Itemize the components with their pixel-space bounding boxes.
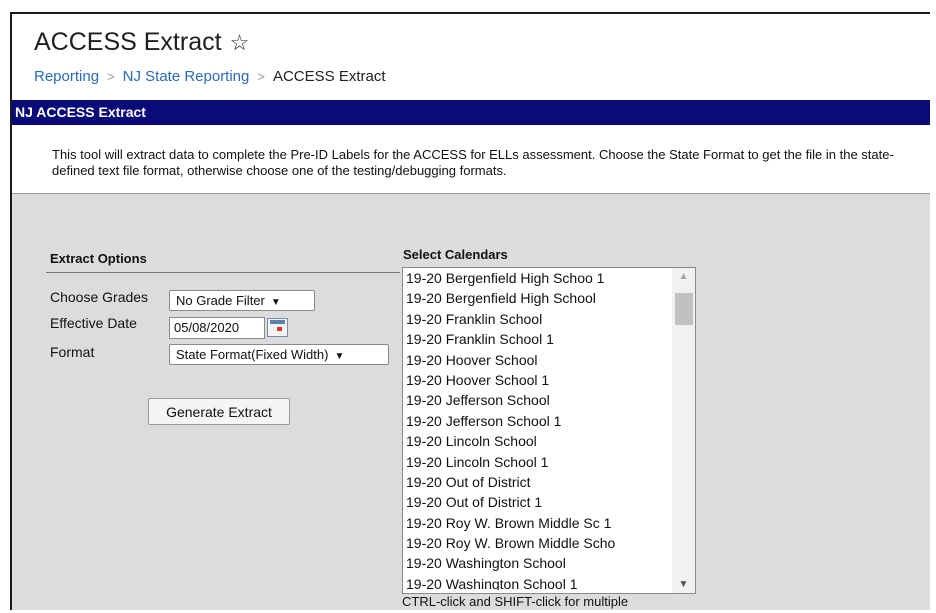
caret-down-icon: ▼ [270,297,281,308]
generate-extract-button[interactable]: Generate Extract [148,398,290,425]
grades-select-value: No Grade Filter [176,293,265,308]
listbox-scrollbar[interactable]: ▲ ▼ [672,268,695,593]
divider [46,272,400,273]
format-select[interactable]: State Format(Fixed Width) ▼ [169,344,389,365]
calendar-option[interactable]: 19-20 Roy W. Brown Middle Scho [403,533,670,553]
chevron-right-icon: > [107,69,115,84]
calendar-option[interactable]: 19-20 Washington School [403,553,670,573]
choose-grades-label: Choose Grades [50,289,149,305]
calendar-option[interactable]: 19-20 Franklin School 1 [403,329,670,349]
calendar-option[interactable]: 19-20 Out of District 1 [403,492,670,512]
scroll-down-icon[interactable]: ▼ [672,576,695,593]
calendar-option[interactable]: 19-20 Hoover School 1 [403,370,670,390]
calendar-option[interactable]: 19-20 Washington School 1 [403,574,670,590]
calendar-option[interactable]: 19-20 Jefferson School [403,390,670,410]
scroll-up-icon[interactable]: ▲ [672,268,695,285]
effective-date-input[interactable]: 05/08/2020 [169,317,265,339]
extract-options-title: Extract Options [50,251,147,266]
caret-down-icon: ▼ [334,351,345,362]
calendar-listbox[interactable]: 19-20 Bergenfield High Schoo 1 19-20 Ber… [402,267,696,594]
app-frame: ACCESS Extract ☆ Reporting > NJ State Re… [10,12,930,610]
format-label: Format [50,344,95,360]
format-select-value: State Format(Fixed Width) [176,347,329,362]
calendar-option[interactable]: 19-20 Bergenfield High Schoo 1 [403,268,670,288]
calendar-multiselect-hint: CTRL-click and SHIFT-click for multiple [402,594,629,609]
calendar-option[interactable]: 19-20 Bergenfield High School [403,288,670,308]
calendar-items: 19-20 Bergenfield High Schoo 1 19-20 Ber… [403,268,670,590]
calendar-option[interactable]: 19-20 Hoover School [403,350,670,370]
calendar-icon[interactable] [267,318,288,337]
section-header: NJ ACCESS Extract [12,100,930,125]
page-title-row: ACCESS Extract ☆ [34,28,249,57]
scrollbar-thumb[interactable] [675,293,693,325]
breadcrumb-nj-state-reporting[interactable]: NJ State Reporting [123,68,250,85]
calendar-option[interactable]: 19-20 Lincoln School 1 [403,452,670,472]
grades-select[interactable]: No Grade Filter ▼ [169,290,315,311]
page-header: ACCESS Extract ☆ Reporting > NJ State Re… [12,14,930,98]
select-calendars-title: Select Calendars [403,247,508,262]
effective-date-label: Effective Date [50,315,137,331]
tool-description: This tool will extract data to complete … [12,125,930,194]
calendar-option[interactable]: 19-20 Roy W. Brown Middle Sc 1 [403,513,670,533]
calendar-option[interactable]: 19-20 Out of District [403,472,670,492]
breadcrumb-current: ACCESS Extract [272,68,386,85]
page-title: ACCESS Extract [34,28,222,56]
calendar-option[interactable]: 19-20 Franklin School [403,309,670,329]
calendar-option[interactable]: 19-20 Lincoln School [403,431,670,451]
star-outline-icon[interactable]: ☆ [230,31,250,54]
chevron-right-icon: > [257,69,265,84]
breadcrumb-reporting[interactable]: Reporting [34,68,99,85]
breadcrumb: Reporting > NJ State Reporting > ACCESS … [34,68,386,85]
calendar-option[interactable]: 19-20 Jefferson School 1 [403,411,670,431]
extract-panel: Extract Options Choose Grades No Grade F… [12,194,930,610]
